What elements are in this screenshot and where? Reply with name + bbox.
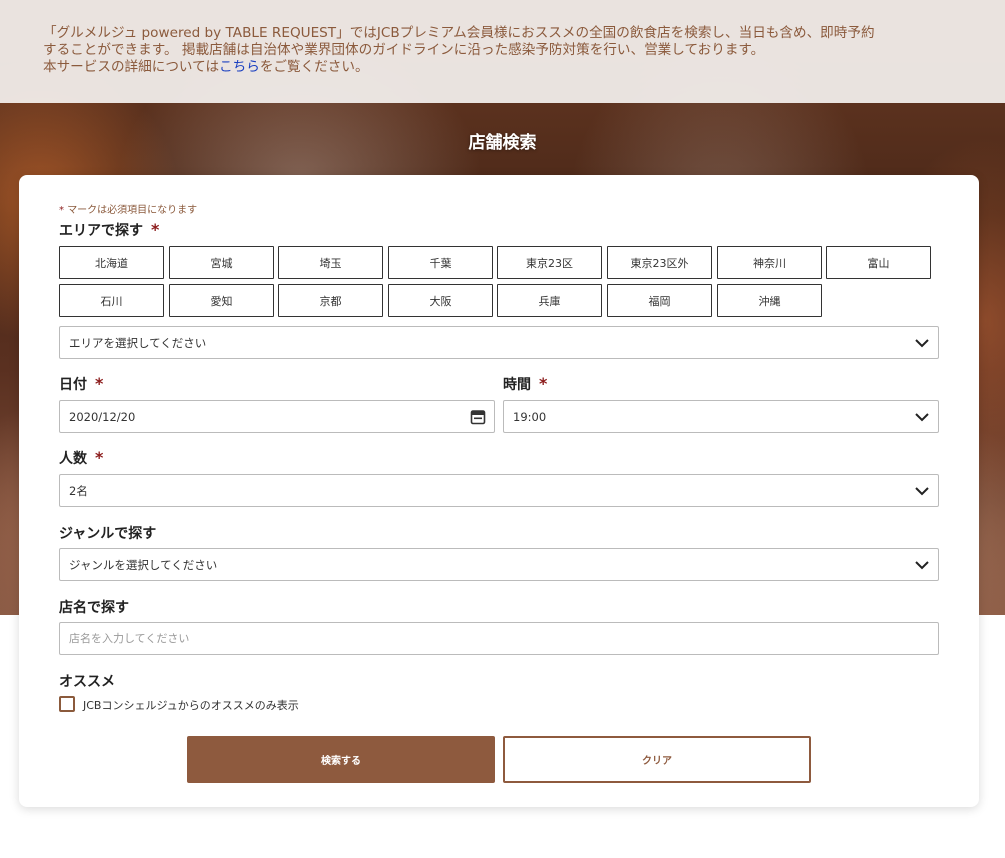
area-button-tokyo-other[interactable]: 東京23区外 [607, 246, 712, 279]
people-select[interactable]: 2名 [59, 474, 939, 507]
area-button-osaka[interactable]: 大阪 [388, 284, 493, 317]
recommend-checkbox[interactable] [59, 696, 75, 712]
area-button-ishikawa[interactable]: 石川 [59, 284, 164, 317]
calendar-icon[interactable] [470, 409, 486, 425]
required-star: * [95, 374, 104, 393]
chevron-down-icon [915, 487, 929, 496]
genre-label: ジャンルで探す [59, 526, 157, 542]
notice-text: 本サービスの詳細については [43, 59, 220, 75]
recommend-label: オススメ [59, 674, 115, 690]
time-label: 時間 * [503, 374, 547, 394]
recommend-checkbox-label[interactable]: JCBコンシェルジュからのオススメのみ表示 [83, 697, 299, 713]
clear-button[interactable]: クリア [503, 736, 811, 783]
time-select[interactable]: 19:00 [503, 400, 939, 433]
date-value: 2020/12/20 [69, 409, 136, 424]
shop-name-input[interactable] [69, 632, 895, 645]
area-button-kyoto[interactable]: 京都 [278, 284, 383, 317]
area-button-aichi[interactable]: 愛知 [169, 284, 274, 317]
chevron-down-icon [915, 413, 929, 422]
required-star: * [95, 448, 104, 467]
area-button-tokyo23[interactable]: 東京23区 [497, 246, 602, 279]
area-label-text: エリアで探す [59, 223, 143, 239]
area-button-hyogo[interactable]: 兵庫 [497, 284, 602, 317]
area-select-value: エリアを選択してください [69, 335, 207, 350]
notice-text-end: をご覧ください。 [259, 59, 369, 75]
time-value: 19:00 [513, 409, 547, 424]
area-button-fukuoka[interactable]: 福岡 [607, 284, 712, 317]
required-star: * [539, 374, 548, 393]
area-button-saitama[interactable]: 埼玉 [278, 246, 383, 279]
area-button-toyama[interactable]: 富山 [826, 246, 931, 279]
notice-line-2: することができます。 掲載店舗は自治体や業界団体のガイドラインに沿った感染予防対… [43, 42, 765, 58]
genre-select-value: ジャンルを選択してください [69, 557, 218, 572]
shop-name-field [59, 622, 939, 655]
date-label: 日付 * [59, 374, 103, 394]
date-label-text: 日付 [59, 377, 87, 393]
page: 「グルメルジュ powered by TABLE REQUEST」ではJCBプレ… [0, 0, 1005, 858]
area-button-kanagawa[interactable]: 神奈川 [717, 246, 822, 279]
area-label: エリアで探す * [59, 220, 159, 240]
area-select[interactable]: エリアを選択してください [59, 326, 939, 359]
details-link[interactable]: こちら [219, 59, 260, 75]
required-star: * [151, 220, 160, 239]
chevron-down-icon [915, 561, 929, 570]
required-note: * マークは必須項目になります [59, 201, 197, 216]
required-star: * [59, 205, 64, 216]
required-note-text: マークは必須項目になります [67, 205, 198, 216]
people-value: 2名 [69, 483, 88, 498]
area-button-hokkaido[interactable]: 北海道 [59, 246, 164, 279]
search-button[interactable]: 検索する [187, 736, 495, 783]
genre-select[interactable]: ジャンルを選択してください [59, 548, 939, 581]
notice-banner: 「グルメルジュ powered by TABLE REQUEST」ではJCBプレ… [0, 0, 1005, 103]
notice-line-1: 「グルメルジュ powered by TABLE REQUEST」ではJCBプレ… [43, 25, 875, 41]
people-label-text: 人数 [59, 451, 87, 467]
people-label: 人数 * [59, 448, 103, 468]
page-title: 店舗検索 [468, 133, 537, 153]
area-button-okinawa[interactable]: 沖縄 [717, 284, 822, 317]
area-button-miyagi[interactable]: 宮城 [169, 246, 274, 279]
date-field[interactable]: 2020/12/20 [59, 400, 495, 433]
chevron-down-icon [915, 339, 929, 348]
search-form-card: * マークは必須項目になります エリアで探す * 北海道 宮城 埼玉 千葉 東京2… [19, 175, 979, 807]
shop-name-label: 店名で探す [59, 600, 129, 616]
time-label-text: 時間 [503, 377, 531, 393]
area-button-chiba[interactable]: 千葉 [388, 246, 493, 279]
notice-line-3: 本サービスの詳細についてはこちらをご覧ください。 [43, 59, 960, 76]
